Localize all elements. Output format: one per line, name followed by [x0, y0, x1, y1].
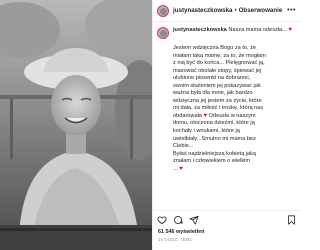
caption-line: kochały i wnukami, które ją [173, 128, 240, 135]
caption-line: wdzięczna jej jestem za życie, które [173, 97, 262, 104]
caption-line-part: Odeszła w naszym [208, 112, 256, 119]
heart-icon[interactable] [157, 215, 167, 225]
caption-line-part: ... [173, 165, 178, 172]
post-side-panel: justynasteczkowska • Obserwowanie ••• ju… [152, 0, 301, 250]
caption-line: uwielbiały...Smutno mi mama bez [173, 135, 256, 142]
post-footer: 61 546 wyświetleń 14 GODZ. TEMU [153, 210, 301, 250]
caption-body: Jestem wdzięczna Bogu za to, że miałam t… [173, 45, 297, 173]
caption-line: swoim służeniem jej pokazywać jak [173, 82, 261, 89]
post-photo[interactable] [0, 0, 152, 250]
action-icons [157, 215, 199, 225]
caption-avatar[interactable] [157, 27, 169, 39]
bookmark-icon[interactable] [287, 215, 296, 225]
caption-first-line: justynasteczkowska Nasza mama odeszła...… [173, 27, 297, 34]
heart-emoji-icon: ♥ [203, 112, 208, 119]
more-options-icon[interactable]: ••• [287, 7, 296, 14]
caption-line: ... ♥ [173, 166, 297, 174]
following-button[interactable]: Obserwowanie [239, 7, 283, 14]
share-icon[interactable] [189, 215, 199, 225]
caption-intro: Nasza mama odeszła... [228, 27, 287, 33]
heart-emoji-icon: ♥ [179, 165, 183, 172]
caption-line: ważna była dla mnie, jak bardzo [173, 90, 253, 97]
caption-line: Byłaś najdzielniejszą kobietą jaką [173, 150, 257, 157]
caption-line-part: obdarowała [173, 112, 202, 119]
caption-head: justynasteczkowska Nasza mama odeszła...… [157, 27, 297, 39]
caption-line: mi dała, za miłość i troskę, którą nas [173, 105, 264, 112]
post-header: justynasteczkowska • Obserwowanie ••• [153, 0, 301, 22]
comment-icon[interactable] [173, 215, 183, 225]
instagram-post-window: justynasteczkowska • Obserwowanie ••• ju… [0, 0, 301, 250]
caption-line: Ciebie... [173, 143, 194, 150]
caption-line: domu, otoczona dziećmi, które ją [173, 120, 255, 127]
post-date[interactable]: 14 GODZ. TEMU [158, 237, 193, 242]
photo-illustration [0, 0, 152, 250]
caption-username[interactable]: justynasteczkowska [173, 27, 227, 33]
caption-line: Jestem wdzięczna Bogu za to, że [173, 45, 257, 51]
caption-line: obdarowała ♥ Odeszła w naszym [173, 113, 297, 121]
caption: justynasteczkowska Nasza mama odeszła...… [157, 27, 297, 173]
caption-line: masować obolałe stopy, śpiewać jej [173, 67, 262, 74]
caption-line: z nią być do końca... Pielęgnować ją, [173, 60, 265, 67]
header-username[interactable]: justynasteczkowska [173, 7, 233, 14]
caption-line: miałam taką mamę, za to, że mogłam [173, 52, 266, 59]
heart-emoji-icon: ♥ [288, 27, 292, 33]
header-separator: • [234, 7, 237, 14]
caption-line: ulubione piosenki na dobranoc, [173, 75, 251, 82]
caption-line: znałam i człowiekiem o wielkim [173, 158, 251, 165]
views-count[interactable]: 61 546 wyświetleń [158, 229, 204, 235]
avatar[interactable] [157, 4, 169, 17]
